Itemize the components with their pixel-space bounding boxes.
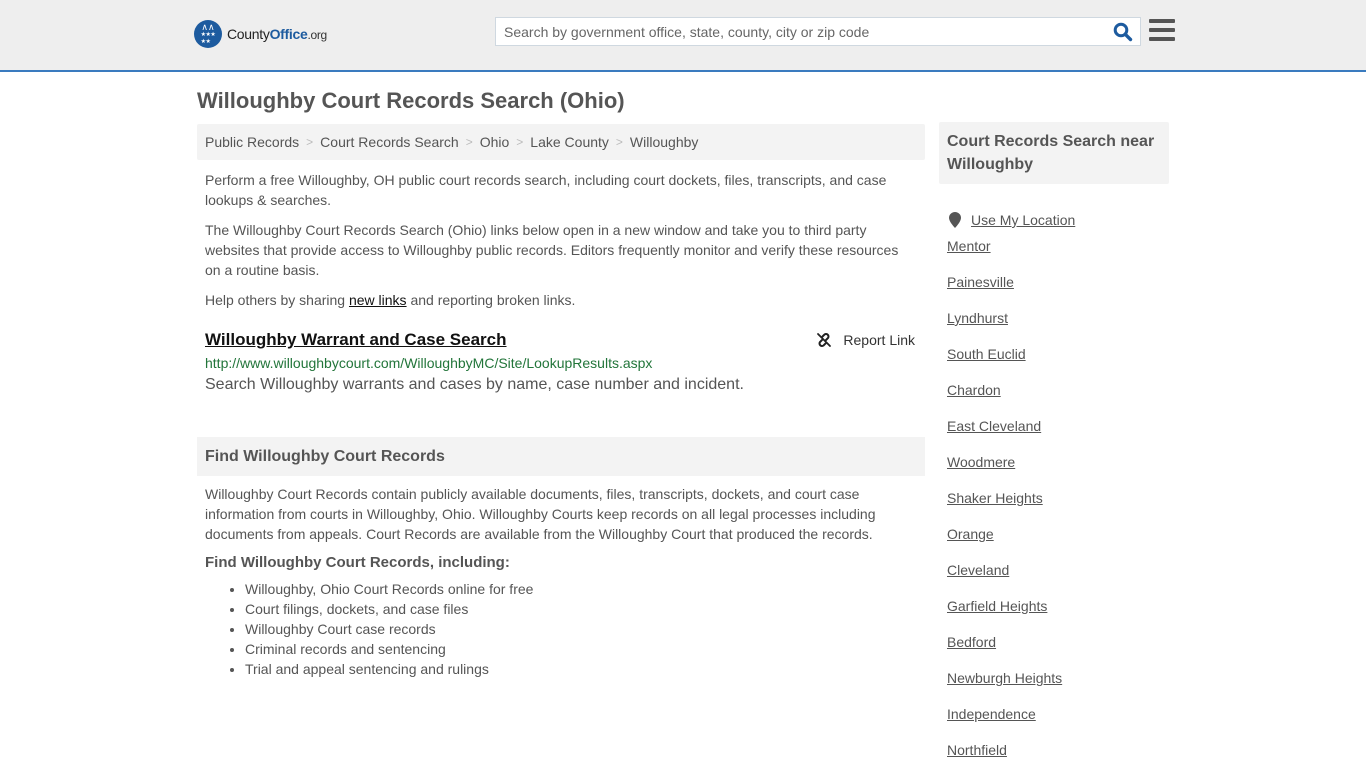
report-link-label: Report Link: [843, 332, 915, 348]
city-link-cleveland[interactable]: Cleveland: [947, 562, 1009, 578]
nearby-cities-list: Use My Location Mentor Painesville Lyndh…: [939, 202, 1169, 778]
sidebar-city-item: Chardon: [947, 382, 1169, 418]
intro-section: Perform a free Willoughby, OH public cou…: [197, 170, 925, 310]
find-records-description: Willoughby Court Records contain publicl…: [205, 486, 876, 542]
find-records-heading: Find Willoughby Court Records: [197, 437, 925, 476]
breadcrumb-lake-county[interactable]: Lake County: [530, 134, 609, 150]
breadcrumb: Public Records > Court Records Search > …: [197, 124, 925, 160]
sidebar-city-item: Lyndhurst: [947, 310, 1169, 346]
city-link-mentor[interactable]: Mentor: [947, 238, 991, 254]
breadcrumb-public-records[interactable]: Public Records: [205, 134, 299, 150]
sidebar-city-item: Northfield: [947, 742, 1169, 778]
list-item: Willoughby Court case records: [245, 619, 917, 639]
eagle-stars-logo-icon: ∧∧ ★★★ ★★: [194, 20, 222, 48]
sidebar-city-item: Shaker Heights: [947, 490, 1169, 526]
use-location-item: Use My Location: [947, 202, 1169, 238]
city-link-northfield[interactable]: Northfield: [947, 742, 1007, 758]
city-link-east-cleveland[interactable]: East Cleveland: [947, 418, 1041, 434]
sidebar-city-item: Bedford: [947, 634, 1169, 670]
hamburger-menu-icon[interactable]: [1149, 19, 1175, 41]
city-link-bedford[interactable]: Bedford: [947, 634, 996, 650]
find-records-subheading: Find Willoughby Court Records, including…: [205, 554, 510, 571]
sidebar: Court Records Search near Willoughby Use…: [939, 122, 1169, 778]
breadcrumb-separator: >: [615, 135, 623, 149]
list-item: Court filings, dockets, and case files: [245, 599, 917, 619]
new-links-link[interactable]: new links: [349, 292, 407, 308]
list-item: Willoughby, Ohio Court Records online fo…: [245, 579, 917, 599]
find-records-list: Willoughby, Ohio Court Records online fo…: [205, 579, 917, 679]
result-item: Willoughby Warrant and Case Search Repor…: [197, 330, 925, 394]
city-link-garfield-heights[interactable]: Garfield Heights: [947, 598, 1047, 614]
sidebar-city-item: Orange: [947, 526, 1169, 562]
city-link-orange[interactable]: Orange: [947, 526, 994, 542]
site-header: ∧∧ ★★★ ★★ CountyOffice.org: [0, 0, 1366, 72]
search-icon: [1113, 22, 1133, 41]
breadcrumb-ohio[interactable]: Ohio: [480, 134, 510, 150]
sidebar-heading: Court Records Search near Willoughby: [939, 122, 1169, 184]
sidebar-city-item: Woodmere: [947, 454, 1169, 490]
city-link-painesville[interactable]: Painesville: [947, 274, 1014, 290]
use-my-location-link[interactable]: Use My Location: [971, 212, 1075, 228]
intro-paragraph: Perform a free Willoughby, OH public cou…: [205, 172, 887, 208]
result-url: http://www.willoughbycourt.com/Willoughb…: [205, 355, 653, 371]
sidebar-city-item: Painesville: [947, 274, 1169, 310]
breadcrumb-willoughby[interactable]: Willoughby: [630, 134, 698, 150]
broken-link-icon: [817, 333, 832, 347]
city-link-chardon[interactable]: Chardon: [947, 382, 1001, 398]
city-link-shaker-heights[interactable]: Shaker Heights: [947, 490, 1043, 506]
find-records-section: Willoughby Court Records contain publicl…: [197, 484, 925, 679]
breadcrumb-separator: >: [465, 135, 473, 149]
search-button[interactable]: [1106, 18, 1140, 45]
sidebar-city-item: Garfield Heights: [947, 598, 1169, 634]
search-bar: [495, 17, 1141, 46]
city-link-newburgh-heights[interactable]: Newburgh Heights: [947, 670, 1062, 686]
sidebar-city-item: East Cleveland: [947, 418, 1169, 454]
search-input[interactable]: [496, 18, 1106, 45]
sidebar-city-item: Newburgh Heights: [947, 670, 1169, 706]
share-links-paragraph: Help others by sharing new links and rep…: [205, 292, 576, 308]
list-item: Trial and appeal sentencing and rulings: [245, 659, 917, 679]
city-link-south-euclid[interactable]: South Euclid: [947, 346, 1026, 362]
site-logo[interactable]: ∧∧ ★★★ ★★ CountyOffice.org: [194, 20, 327, 48]
sidebar-city-item: Independence: [947, 706, 1169, 742]
result-title-link[interactable]: Willoughby Warrant and Case Search: [205, 330, 507, 350]
city-link-woodmere[interactable]: Woodmere: [947, 454, 1015, 470]
sidebar-city-item: South Euclid: [947, 346, 1169, 382]
page-title: Willoughby Court Records Search (Ohio): [197, 88, 625, 113]
intro-paragraph: The Willoughby Court Records Search (Ohi…: [205, 222, 899, 278]
breadcrumb-separator: >: [516, 135, 524, 149]
sidebar-city-item: Mentor: [947, 238, 1169, 274]
list-item: Criminal records and sentencing: [245, 639, 917, 659]
city-link-lyndhurst[interactable]: Lyndhurst: [947, 310, 1008, 326]
map-pin-icon: [949, 212, 961, 228]
breadcrumb-separator: >: [306, 135, 314, 149]
logo-text: CountyOffice.org: [227, 26, 327, 42]
city-link-independence[interactable]: Independence: [947, 706, 1036, 722]
main-content: Public Records > Court Records Search > …: [197, 124, 925, 679]
sidebar-city-item: Cleveland: [947, 562, 1169, 598]
result-description: Search Willoughby warrants and cases by …: [205, 376, 744, 393]
report-link-button[interactable]: Report Link: [816, 332, 915, 348]
breadcrumb-court-records-search[interactable]: Court Records Search: [320, 134, 459, 150]
